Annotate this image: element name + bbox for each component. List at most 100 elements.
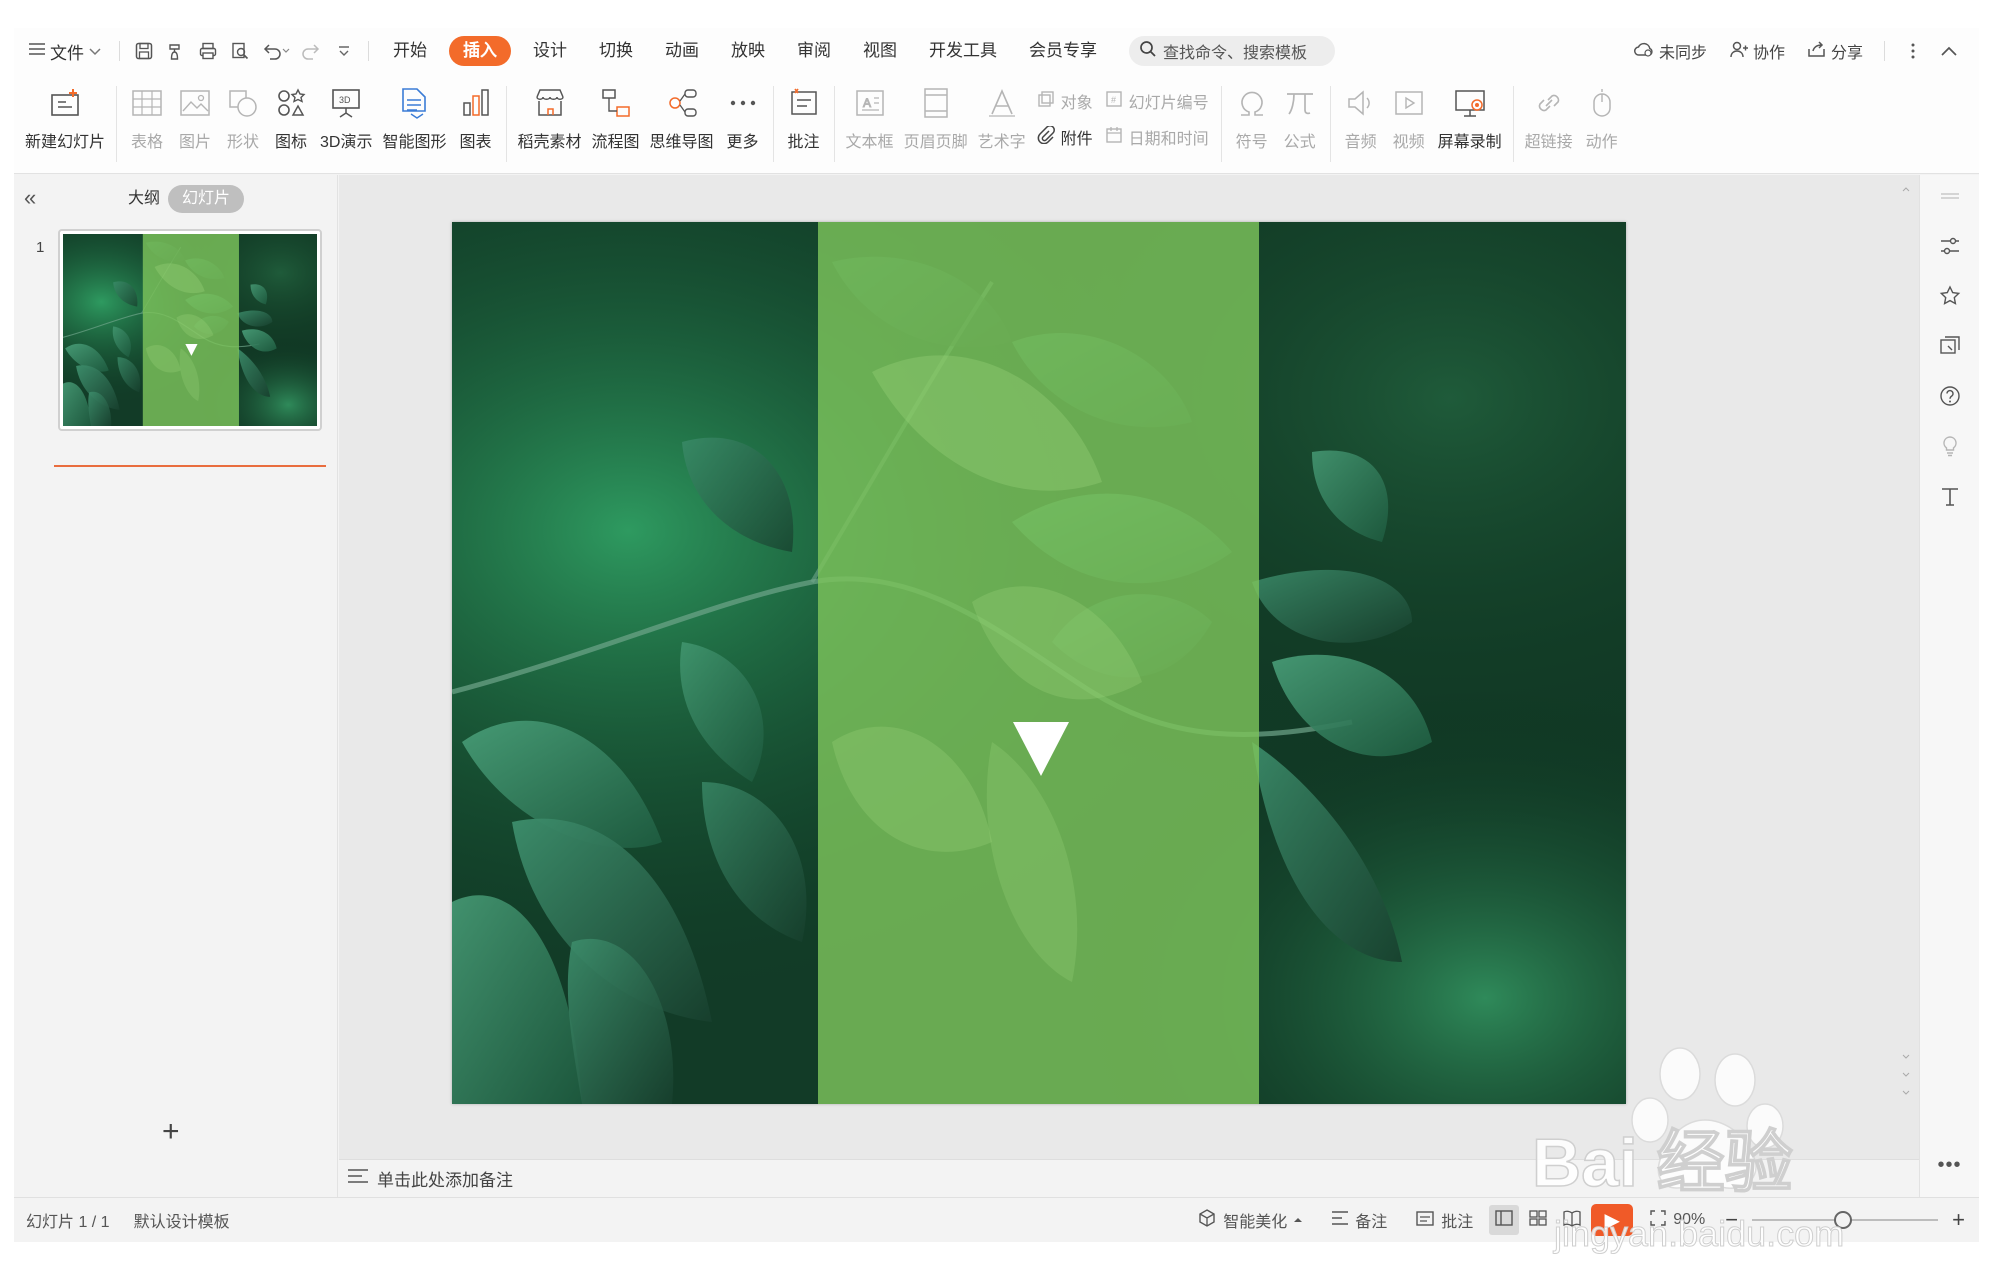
datetime-button[interactable]: 日期和时间	[1105, 124, 1209, 150]
tab-member[interactable]: 会员专享	[1013, 36, 1113, 66]
chart-button[interactable]: 图表	[452, 74, 500, 170]
slide-number-button[interactable]: # 幻灯片编号	[1105, 88, 1209, 114]
print-preview-icon[interactable]	[224, 36, 256, 66]
tab-developer[interactable]: 开发工具	[913, 36, 1013, 66]
formula-button[interactable]: 公式	[1276, 74, 1324, 170]
smartart-button[interactable]: 智能图形	[377, 74, 451, 170]
header-footer-button[interactable]: 页眉页脚	[899, 74, 973, 170]
symbol-button[interactable]: 符号	[1228, 74, 1276, 170]
omega-icon	[1233, 84, 1271, 122]
customize-toolbar-icon[interactable]	[328, 36, 360, 66]
add-slide-button[interactable]: +	[162, 1115, 180, 1149]
insert-ribbon: 新建幻灯片 表格 图片 形状 图标 3D 3D演示 智能图形 图表 稻壳素材 流…	[14, 74, 1979, 174]
action-button[interactable]: 动作	[1578, 74, 1626, 170]
attachment-button[interactable]: 附件	[1037, 124, 1093, 150]
more-horizontal-icon[interactable]: •••	[1937, 1154, 1961, 1177]
icons-button[interactable]: 图标	[267, 74, 315, 170]
command-search[interactable]: 查找命令、搜索模板	[1129, 36, 1335, 66]
new-slide-button[interactable]: 新建幻灯片	[20, 74, 110, 170]
properties-icon[interactable]	[1937, 233, 1963, 259]
zoom-slider-knob[interactable]	[1834, 1211, 1853, 1229]
object-button[interactable]: 对象	[1037, 88, 1093, 114]
formula-label: 公式	[1283, 134, 1316, 151]
wordart-button[interactable]: 艺术字	[973, 74, 1031, 170]
tab-insert[interactable]: 插入	[449, 36, 511, 66]
flowchart-button[interactable]: 流程图	[587, 74, 645, 170]
collaborate-button[interactable]: 协作	[1720, 36, 1794, 66]
drag-handle-icon[interactable]	[1937, 183, 1963, 209]
lightbulb-icon[interactable]	[1937, 433, 1963, 459]
tab-home[interactable]: 开始	[377, 36, 443, 66]
menu-right-group: 未同步 协作 分享	[1624, 36, 1979, 66]
slide-number-group: # 幻灯片编号 日期和时间	[1099, 74, 1215, 150]
fit-screen-icon	[1649, 1209, 1667, 1232]
3d-demo-button[interactable]: 3D 3D演示	[315, 74, 377, 170]
screen-record-button[interactable]: 屏幕录制	[1433, 74, 1507, 170]
tab-outline[interactable]: 大纲	[114, 185, 174, 213]
text-style-icon[interactable]	[1937, 483, 1963, 509]
template-name[interactable]: 默认设计模板	[122, 1208, 242, 1232]
tab-transitions[interactable]: 切换	[583, 36, 649, 66]
collaborate-icon	[1729, 40, 1749, 63]
picture-button[interactable]: 图片	[171, 74, 219, 170]
tab-design[interactable]: 设计	[517, 36, 583, 66]
zoom-slider[interactable]	[1752, 1211, 1939, 1229]
ribbon-divider	[1329, 86, 1331, 162]
collapse-ribbon-icon[interactable]	[1933, 36, 1965, 66]
material-store-icon	[531, 84, 569, 122]
collapse-panel-icon[interactable]: «	[24, 185, 36, 211]
notes-placeholder: 单击此处添加备注	[377, 1171, 513, 1190]
zoom-level[interactable]: 90%	[1673, 1211, 1705, 1229]
shape-label: 形状	[227, 134, 260, 151]
fit-screen-button[interactable]: 90%	[1637, 1209, 1717, 1232]
vertical-scrollbar[interactable]	[1901, 185, 1911, 1145]
more-vertical-icon[interactable]	[1897, 36, 1929, 66]
hyperlink-button[interactable]: 超链接	[1520, 74, 1578, 170]
slide-thumbnail[interactable]	[58, 229, 322, 431]
wps-presentation-window: 文件 开始 插入 设计 切换 动画 放映 审阅 视图 开发工具 会员专享 查找命…	[14, 28, 1979, 1242]
reading-view-button[interactable]	[1557, 1205, 1587, 1235]
beautify-button[interactable]: 智能美化	[1185, 1208, 1315, 1233]
video-button[interactable]: 视频	[1385, 74, 1433, 170]
zoom-out-button[interactable]: −	[1721, 1207, 1742, 1233]
more-dots-icon	[724, 84, 762, 122]
shape-icon	[224, 84, 262, 122]
comment-button[interactable]: 批注	[780, 74, 828, 170]
sync-status-button[interactable]: 未同步	[1624, 36, 1716, 66]
object-icon	[1037, 90, 1055, 113]
slide-canvas[interactable]	[452, 222, 1626, 1104]
flowchart-label: 流程图	[591, 134, 640, 151]
notes-bar[interactable]: 单击此处添加备注	[339, 1159, 1919, 1197]
undo-icon[interactable]	[256, 36, 296, 66]
material-button[interactable]: 稻壳素材	[513, 74, 587, 170]
tab-slideshow[interactable]: 放映	[715, 36, 781, 66]
slide-sorter-button[interactable]	[1523, 1205, 1553, 1235]
tab-view[interactable]: 视图	[847, 36, 913, 66]
tab-slides[interactable]: 幻灯片	[168, 185, 245, 213]
redo-icon[interactable]	[296, 36, 328, 66]
star-icon[interactable]	[1937, 283, 1963, 309]
help-icon[interactable]	[1937, 383, 1963, 409]
textbox-button[interactable]: A 文本框	[841, 74, 899, 170]
save-icon[interactable]	[128, 36, 160, 66]
copy-slide-icon[interactable]	[1937, 333, 1963, 359]
textbox-label: 文本框	[845, 134, 894, 151]
share-button[interactable]: 分享	[1798, 36, 1872, 66]
zoom-in-button[interactable]: +	[1948, 1207, 1969, 1233]
print-icon[interactable]	[192, 36, 224, 66]
comments-toggle[interactable]: 批注	[1403, 1208, 1485, 1232]
mindmap-button[interactable]: 思维导图	[645, 74, 719, 170]
format-painter-icon[interactable]	[160, 36, 192, 66]
notes-toggle[interactable]: 备注	[1319, 1208, 1399, 1232]
material-label: 稻壳素材	[517, 134, 582, 151]
shape-button[interactable]: 形状	[219, 74, 267, 170]
table-button[interactable]: 表格	[123, 74, 171, 170]
file-menu[interactable]: 文件	[14, 36, 111, 66]
tab-animations[interactable]: 动画	[649, 36, 715, 66]
attachment-label: 附件	[1060, 131, 1093, 148]
more-button[interactable]: 更多	[719, 74, 767, 170]
tab-review[interactable]: 审阅	[781, 36, 847, 66]
wps-play-icon[interactable]: ▶	[1591, 1204, 1634, 1236]
normal-view-button[interactable]	[1489, 1205, 1520, 1235]
audio-button[interactable]: 音频	[1337, 74, 1385, 170]
